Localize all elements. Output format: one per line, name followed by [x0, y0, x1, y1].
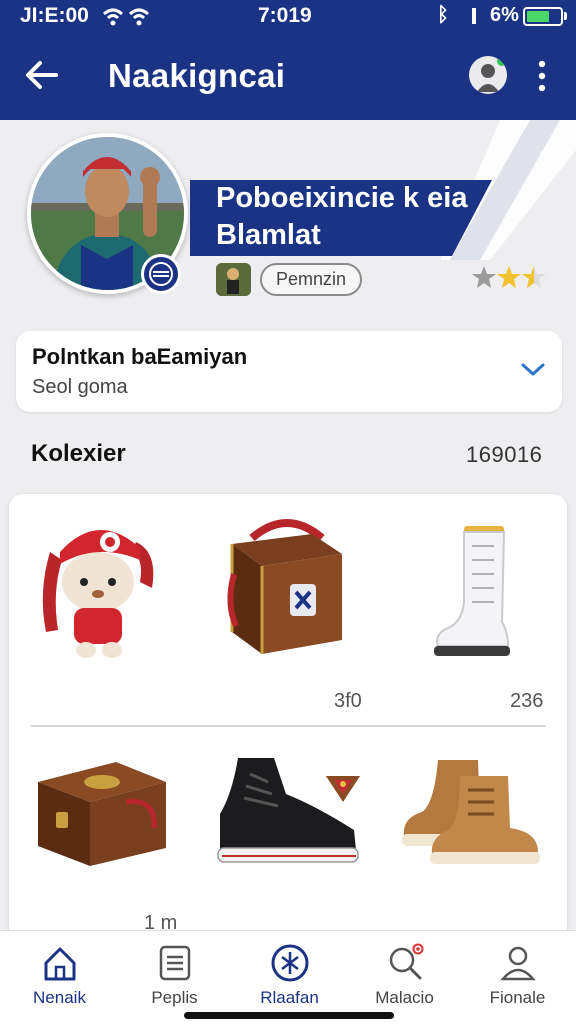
selector-title: Polntkan baEamiyan	[32, 344, 248, 369]
category-selector[interactable]: Polntkan baEamiyan Seol goma	[16, 331, 562, 412]
item-price: 236	[510, 690, 544, 712]
profile-name: Poboeixincie k eia	[216, 182, 468, 214]
status-clock: 7:019	[258, 4, 312, 27]
team-badge-icon	[141, 254, 181, 294]
compass-icon	[271, 944, 309, 982]
profile-subname: Blamlat	[216, 219, 321, 251]
item-price: 3f0	[334, 690, 362, 712]
plush-doll-icon[interactable]	[36, 512, 160, 662]
nav-label: Rlaafan	[260, 988, 319, 1007]
white-boot-icon[interactable]	[428, 522, 520, 662]
chevron-down-icon[interactable]	[518, 357, 548, 381]
selector-value: Seol goma	[32, 376, 128, 398]
row-divider	[31, 725, 546, 727]
nav-tab-explore[interactable]: Rlaafan	[232, 931, 347, 1024]
player-mini-badge	[216, 263, 251, 296]
role-badge: Pemnzin	[260, 263, 363, 296]
nav-label: Nenaik	[33, 988, 86, 1007]
rating-stars	[472, 266, 546, 288]
signal-icon	[472, 8, 476, 24]
profile-icon	[500, 946, 536, 981]
user-avatar[interactable]	[469, 56, 507, 94]
grid-dots-icon	[540, 150, 558, 168]
wooden-chest-icon[interactable]	[36, 758, 170, 868]
app-header: JI:E:00 7:019 ᛒ 6% Naakigncai	[0, 0, 576, 120]
brown-boot-icon[interactable]	[398, 756, 542, 868]
nav-label: Malacio	[375, 988, 434, 1007]
nav-tab-home[interactable]: Nenaik	[2, 931, 117, 1024]
status-bar: JI:E:00 7:019 ᛒ 6%	[0, 0, 576, 34]
battery-icon	[523, 7, 563, 26]
search-icon	[389, 943, 424, 980]
team-emblem-icon	[326, 776, 360, 802]
collection-title: Kolexier	[31, 440, 126, 467]
nav-tab-list[interactable]: Peplis	[117, 931, 232, 1024]
more-vertical-icon[interactable]	[530, 58, 554, 94]
bottom-navigation: Nenaik Peplis Rlaafan Malacio Fionale	[0, 930, 576, 1024]
collection-count: 169016	[466, 442, 543, 467]
list-icon	[159, 945, 191, 981]
page-title: Naakigncai	[108, 57, 286, 94]
battery-tip	[564, 12, 567, 20]
wifi-icon	[103, 8, 149, 26]
home-icon	[44, 947, 76, 981]
treasure-chest-icon[interactable]	[222, 514, 352, 659]
home-indicator[interactable]	[184, 1012, 394, 1019]
star-icon	[472, 266, 496, 288]
status-time: JI:E:00	[20, 4, 89, 27]
nav-tab-profile[interactable]: Fionale	[460, 931, 575, 1024]
back-arrow-icon[interactable]	[18, 52, 66, 100]
nav-label: Fionale	[489, 988, 546, 1007]
battery-percent: 6%	[490, 4, 519, 26]
bluetooth-icon: ᛒ	[437, 4, 449, 26]
star-icon	[497, 266, 521, 288]
nav-label: Peplis	[151, 988, 198, 1007]
online-indicator	[497, 56, 507, 66]
nav-tab-search[interactable]: Malacio	[347, 931, 462, 1024]
